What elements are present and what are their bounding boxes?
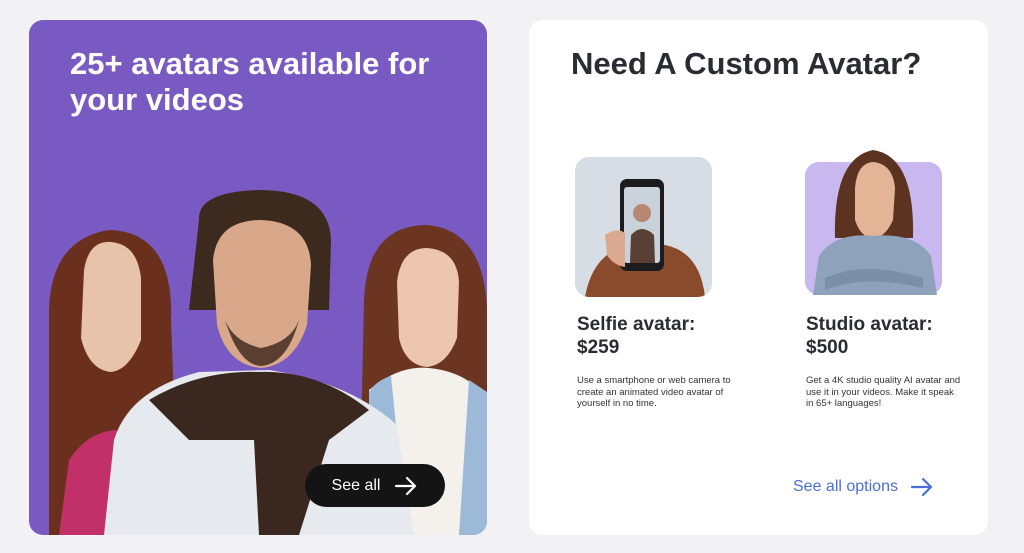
- custom-avatar-title: Need A Custom Avatar?: [571, 46, 922, 81]
- avatars-group-image: [48, 190, 487, 535]
- studio-avatar-description: Get a 4K studio quality AI avatar and us…: [806, 375, 961, 409]
- avatars-card: 25+ avatars available for your videos Se…: [29, 20, 487, 535]
- custom-avatar-card: Need A Custom Avatar? Selfie avatar: $25…: [529, 20, 988, 535]
- selfie-avatar-description: Use a smartphone or web camera to create…: [577, 375, 731, 409]
- selfie-avatar-image: [575, 157, 712, 297]
- arrow-right-icon: [395, 476, 417, 495]
- see-all-options-label: See all options: [793, 478, 898, 495]
- see-all-label: See all: [331, 476, 381, 494]
- see-all-options-link[interactable]: See all options: [793, 475, 934, 499]
- studio-avatar-figure: [813, 150, 937, 295]
- arrow-right-icon: [910, 477, 933, 497]
- studio-avatar-title: Studio avatar: $500: [806, 314, 933, 358]
- see-all-button[interactable]: See all: [305, 464, 445, 507]
- selfie-avatar-title: Selfie avatar: $259: [577, 314, 696, 358]
